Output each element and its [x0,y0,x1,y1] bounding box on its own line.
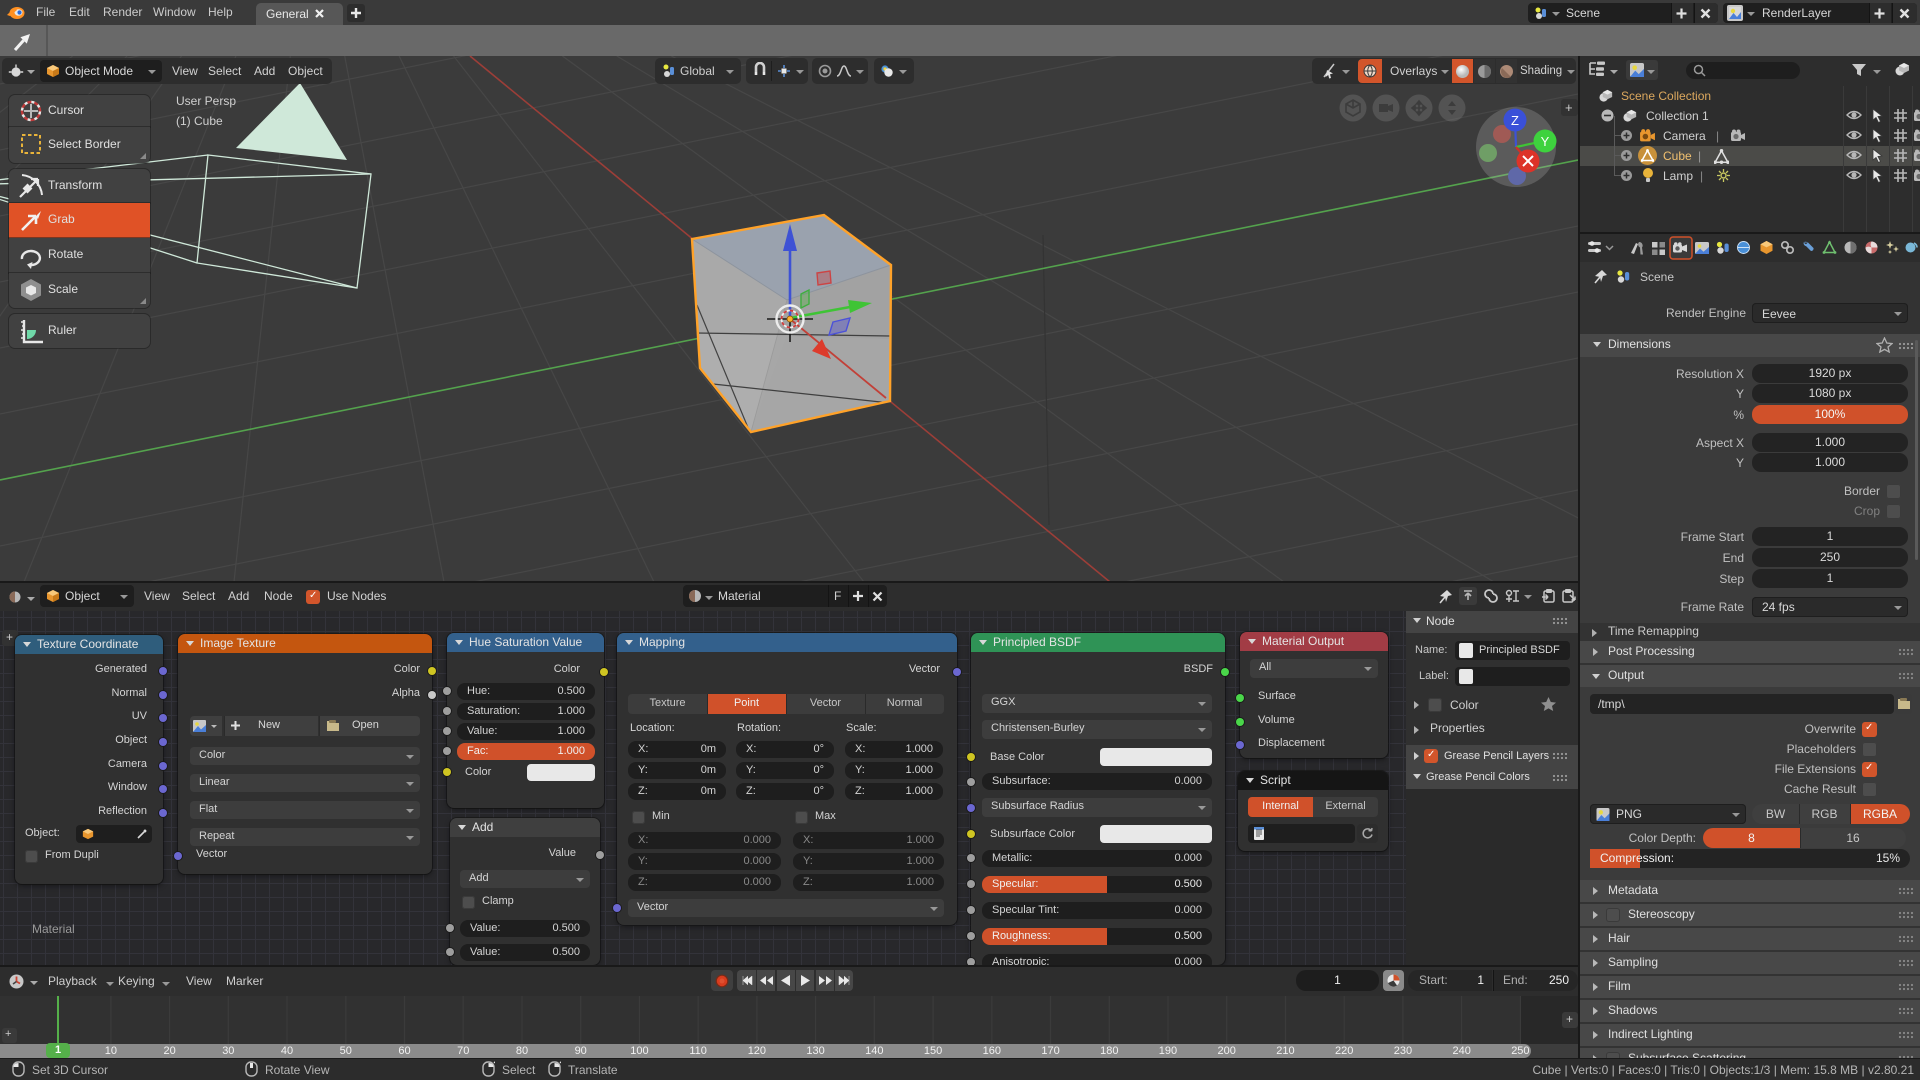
svg-text:Y: Y [1541,134,1550,149]
svg-text:Z: Z [1511,113,1519,128]
